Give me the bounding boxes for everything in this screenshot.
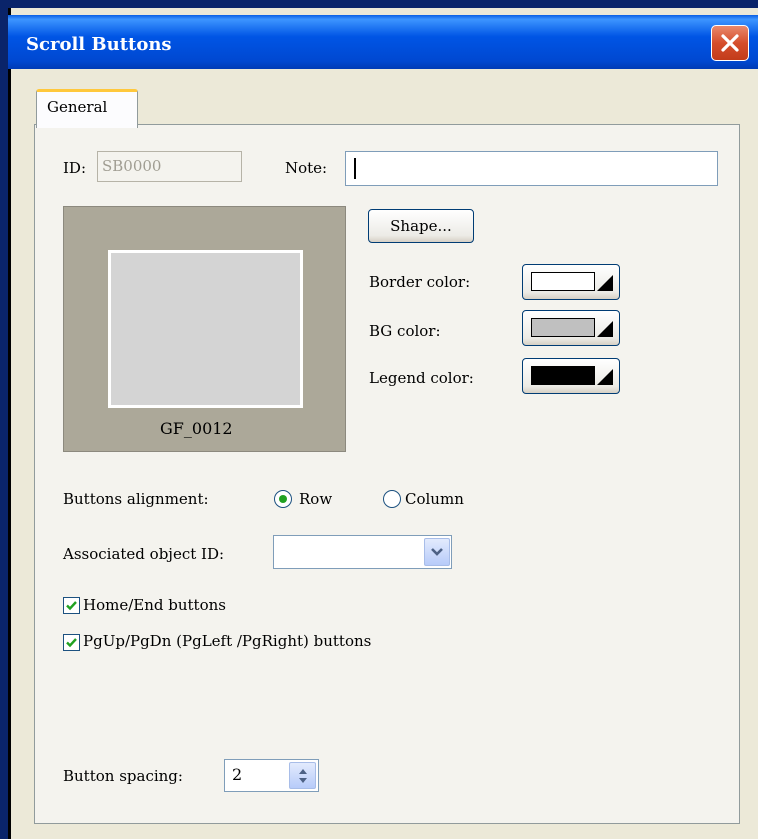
tab-general-label: General: [47, 98, 108, 116]
chevron-down-icon: [431, 548, 443, 556]
dropdown-triangle-icon: [597, 275, 613, 291]
spin-up-down-icon: [299, 769, 307, 783]
shape-button[interactable]: Shape...: [368, 209, 474, 243]
bg-color-label: BG color:: [369, 322, 441, 340]
note-field[interactable]: [345, 151, 718, 186]
alignment-label: Buttons alignment:: [63, 490, 209, 508]
legend-color-label: Legend color:: [369, 369, 474, 387]
button-spacing-value: 2: [232, 765, 243, 784]
border-color-swatch: [531, 272, 595, 291]
radio-column-label[interactable]: Column: [405, 490, 464, 508]
home-end-checkbox[interactable]: [63, 597, 80, 614]
bg-color-button[interactable]: [522, 310, 620, 346]
text-cursor: [354, 158, 356, 179]
preview-caption: GF_0012: [160, 419, 233, 438]
dropdown-triangle-icon: [597, 321, 613, 337]
legend-color-swatch: [531, 366, 595, 385]
window-title: Scroll Buttons: [26, 34, 172, 55]
dropdown-triangle-icon: [597, 369, 613, 385]
id-field: SB0000: [97, 151, 242, 182]
checkmark-icon: [66, 601, 77, 611]
pgup-pgdn-label[interactable]: PgUp/PgDn (PgLeft /PgRight) buttons: [83, 632, 371, 650]
associated-object-dropdown-button[interactable]: [424, 538, 450, 566]
pgup-pgdn-checkbox[interactable]: [63, 634, 80, 651]
radio-selected-dot: [279, 495, 287, 503]
checkmark-icon: [66, 638, 77, 648]
preview-shape-body: [108, 250, 303, 408]
note-label: Note:: [285, 159, 328, 177]
associated-object-select[interactable]: [273, 535, 452, 569]
border-color-button[interactable]: [522, 264, 620, 300]
radio-row-label[interactable]: Row: [299, 490, 332, 508]
associated-object-label: Associated object ID:: [63, 545, 225, 563]
home-end-label[interactable]: Home/End buttons: [83, 596, 226, 614]
close-button[interactable]: [711, 25, 749, 61]
legend-color-button[interactable]: [522, 358, 620, 394]
radio-column[interactable]: [383, 490, 401, 508]
button-spacing-label: Button spacing:: [63, 767, 183, 785]
bg-color-swatch: [531, 318, 595, 337]
id-label: ID:: [63, 159, 87, 177]
radio-row[interactable]: [274, 490, 292, 508]
button-spacing-stepper[interactable]: 2: [224, 759, 319, 792]
spin-button[interactable]: [289, 762, 316, 789]
close-icon: [721, 34, 739, 52]
border-color-label: Border color:: [369, 273, 471, 291]
